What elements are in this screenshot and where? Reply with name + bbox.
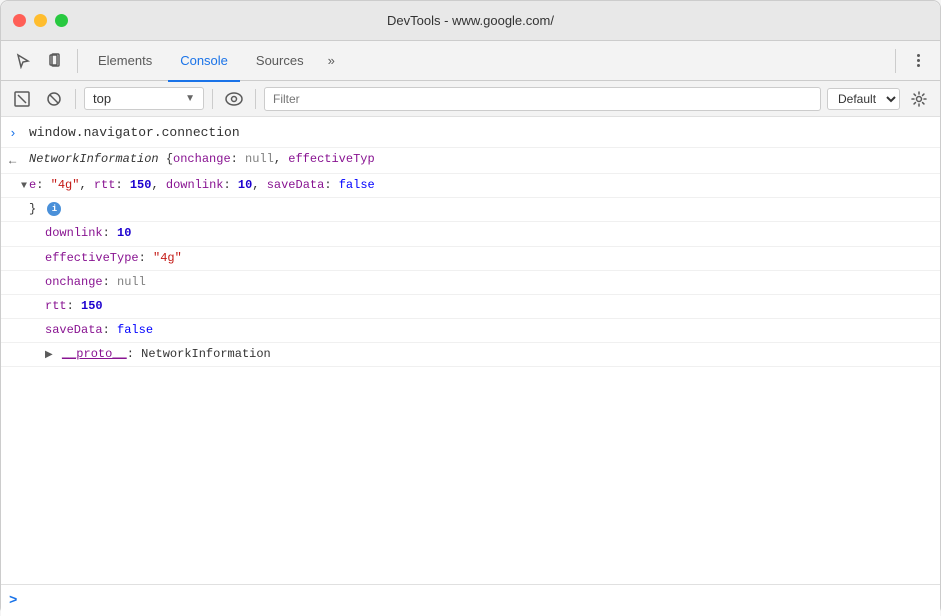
prop-onchange-content: onchange: null <box>45 273 932 292</box>
prop-rtt-content: rtt: 150 <box>45 297 932 316</box>
filter-input[interactable] <box>264 87 821 111</box>
output-continued: ▼e: "4g", rtt: 150, downlink: 10, saveDa… <box>21 176 932 195</box>
minimize-button[interactable] <box>34 14 47 27</box>
clear-console-button[interactable] <box>9 86 35 112</box>
prop-proto-content: ▶ __proto__: NetworkInformation <box>45 345 932 364</box>
input-prefix: › <box>9 123 29 145</box>
output-line-2: ▼e: "4g", rtt: 150, downlink: 10, saveDa… <box>1 174 940 198</box>
menu-dot-1 <box>917 54 920 57</box>
console-input-field[interactable] <box>25 594 932 608</box>
toolbar-divider-2 <box>895 49 896 73</box>
prop-savedata: saveData: false <box>1 319 940 343</box>
proto-expand-arrow[interactable]: ▶ <box>45 350 53 361</box>
context-label: top <box>93 91 111 106</box>
context-selector[interactable]: top ▼ <box>84 87 204 110</box>
window-controls <box>13 14 68 27</box>
menu-dot-3 <box>917 64 920 67</box>
devtools-main: Elements Console Sources » <box>1 41 940 616</box>
devtools-toolbar: Elements Console Sources » <box>1 41 940 81</box>
tab-sources[interactable]: Sources <box>244 42 316 82</box>
log-level-select[interactable]: Default <box>827 88 900 110</box>
responsive-tool-icon[interactable] <box>41 47 69 75</box>
expand-arrow[interactable]: ▼ <box>21 181 27 192</box>
prop-effectivetype-content: effectiveType: "4g" <box>45 249 932 268</box>
console-input-area: > <box>1 584 940 616</box>
close-button[interactable] <box>13 14 26 27</box>
cursor-tool-icon[interactable] <box>9 47 37 75</box>
eye-icon[interactable] <box>221 86 247 112</box>
output-prefix: ← <box>9 150 29 171</box>
titlebar: DevTools - www.google.com/ <box>1 1 940 41</box>
console-divider-2 <box>212 89 213 109</box>
prop-onchange: onchange: null <box>1 271 940 295</box>
console-divider-3 <box>255 89 256 109</box>
output-closing-brace: } i <box>1 198 940 222</box>
prop-savedata-content: saveData: false <box>45 321 932 340</box>
maximize-button[interactable] <box>55 14 68 27</box>
menu-dot-2 <box>917 59 920 62</box>
input-prompt: > <box>9 593 17 609</box>
tab-console[interactable]: Console <box>168 42 240 82</box>
console-divider-1 <box>75 89 76 109</box>
prop-downlink-content: downlink: 10 <box>45 224 932 243</box>
console-input-line: › window.navigator.connection <box>1 121 940 148</box>
console-settings-icon[interactable] <box>906 86 932 112</box>
more-tabs-button[interactable]: » <box>320 49 343 72</box>
prop-rtt: rtt: 150 <box>1 295 940 319</box>
devtools-menu-button[interactable] <box>904 47 932 75</box>
context-arrow-icon: ▼ <box>185 93 195 104</box>
closing-brace-content: } i <box>29 200 932 219</box>
window-title: DevTools - www.google.com/ <box>387 13 554 28</box>
prop-downlink: downlink: 10 <box>1 222 940 246</box>
output-content: NetworkInformation {onchange: null, effe… <box>29 150 932 169</box>
info-icon[interactable]: i <box>47 202 61 216</box>
toolbar-divider-1 <box>77 49 78 73</box>
output-line-1: ← NetworkInformation {onchange: null, ef… <box>1 148 940 174</box>
tab-elements[interactable]: Elements <box>86 42 164 82</box>
prop-effectivetype: effectiveType: "4g" <box>1 247 940 271</box>
input-expression[interactable]: window.navigator.connection <box>29 123 932 144</box>
prohibit-icon[interactable] <box>41 86 67 112</box>
prop-proto: ▶ __proto__: NetworkInformation <box>1 343 940 367</box>
console-output: › window.navigator.connection ← NetworkI… <box>1 117 940 584</box>
console-toolbar: top ▼ Default <box>1 81 940 117</box>
